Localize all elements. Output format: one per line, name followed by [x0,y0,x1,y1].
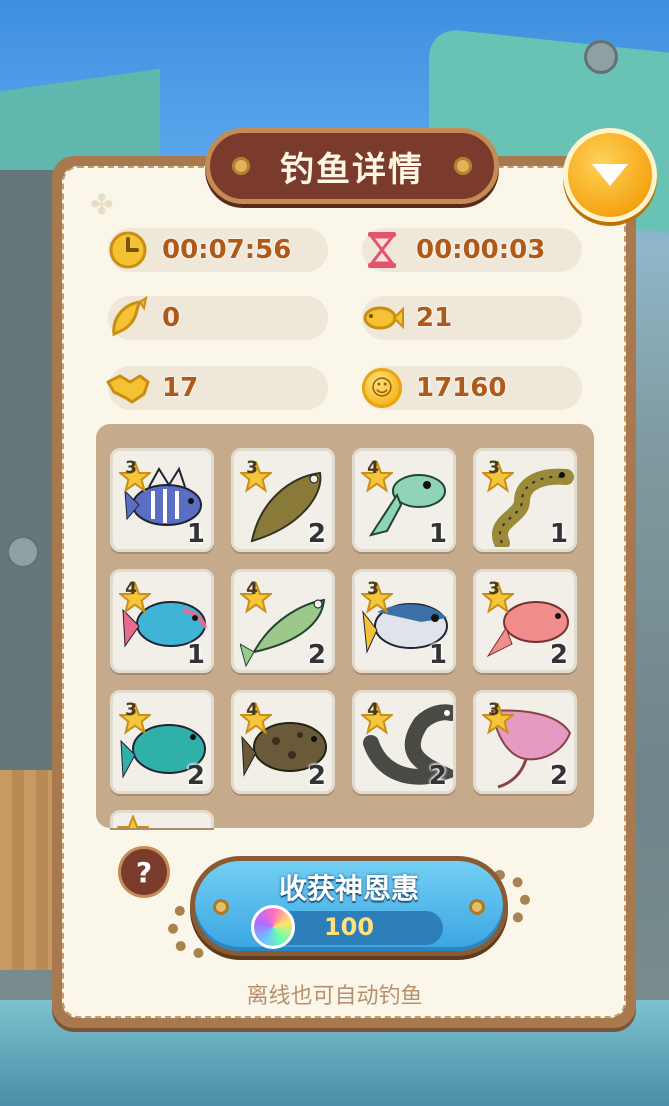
harvest-button-label: 收获神恩惠 [278,872,419,905]
fish-star-rating: 3 [488,579,500,599]
page-title: 钓鱼详情 [280,149,424,190]
jumping-fish-icon [104,294,152,342]
fish-catch-count: 1 [186,519,205,549]
fish-star-rating: 4 [125,579,137,599]
handshake-icon [104,364,152,412]
coin-icon: ☺ [358,364,406,412]
elapsed-time-value: 00:07:56 [162,235,292,265]
fish-count-value: 21 [416,303,453,333]
fish-star-rating: 4 [367,700,379,720]
title-plate: 钓鱼详情 [205,128,499,204]
fish-star-rating: 4 [246,700,258,720]
fish-card-red-snapper[interactable]: 32 [473,569,577,673]
rivet-icon [584,40,618,74]
fish-card-flounder[interactable]: 32 [231,448,335,552]
fish-star-rating: 3 [488,700,500,720]
stat-elapsed-time: 00:07:56 [108,228,328,272]
fish-card-moray-eel[interactable]: 31 [473,448,577,552]
fish-catch-count: 1 [549,519,568,549]
fish-card-tuna[interactable]: 31 [352,569,456,673]
harvest-cost-bar: 100 [251,905,443,949]
fish-star-rating: 3 [367,579,379,599]
stat-coins: ☺ 17160 [362,366,582,410]
help-button[interactable]: ? [118,846,170,898]
fish-catch-count: 2 [307,761,326,791]
fish-star-rating: 4 [246,579,258,599]
fish-card-eel[interactable]: 42 [352,690,456,794]
handshake-value: 17 [162,373,199,403]
offline-hint: 离线也可自动钓鱼 [246,984,423,1009]
screw-icon [232,157,250,175]
fish-card-parrotfish[interactable]: 41 [110,569,214,673]
chevron-down-icon [592,164,628,186]
fish-card-wrasse[interactable]: 32 [110,690,214,794]
fish-catch-count: 2 [186,761,205,791]
fish-card-minnow[interactable]: 42 [231,569,335,673]
fish-card-stingray[interactable]: 32 [473,690,577,794]
fish-catch-count: 2 [307,519,326,549]
background-wood [0,770,60,970]
fish-card-partial[interactable] [110,810,214,828]
fish-catch-count: 2 [428,761,447,791]
fish-catch-count: 1 [428,640,447,670]
fish-catch-count: 2 [307,640,326,670]
hourglass-icon [358,226,406,274]
harvest-button-face: 收获神恩惠 100 [195,861,503,951]
fish-catch-count: 1 [186,640,205,670]
coins-value: 17160 [416,373,507,403]
fish-card-grouper[interactable]: 42 [231,690,335,794]
stat-handshake: 17 [106,366,328,410]
rivet-icon [6,535,40,569]
stat-big-catch: 0 [108,296,328,340]
big-catch-value: 0 [162,303,181,333]
screw-icon [454,157,472,175]
clock-icon [104,226,152,274]
fish-star-rating: 3 [488,458,500,478]
cooldown-time-value: 00:00:03 [416,235,546,265]
harvest-cost-value: 100 [323,913,375,941]
stat-fish-count: 21 [362,296,582,340]
fish-card-lionfish[interactable]: 31 [110,448,214,552]
fish-icon [358,294,406,342]
fish-catch-count: 2 [549,640,568,670]
fish-star-rating: 3 [125,700,137,720]
gear-decoration-icon: ✤ [90,188,114,221]
collapse-button[interactable] [563,128,657,222]
fish-catch-count: 1 [428,519,447,549]
fish-star-rating: 4 [367,458,379,478]
harvest-button[interactable]: 收获神恩惠 100 [190,856,508,956]
stat-cooldown-time: 00:00:03 [362,228,582,272]
fish-star-rating: 3 [246,458,258,478]
fish-catch-count: 2 [549,761,568,791]
fish-star-rating: 3 [125,458,137,478]
fish-card-pufferfish[interactable]: 41 [352,448,456,552]
